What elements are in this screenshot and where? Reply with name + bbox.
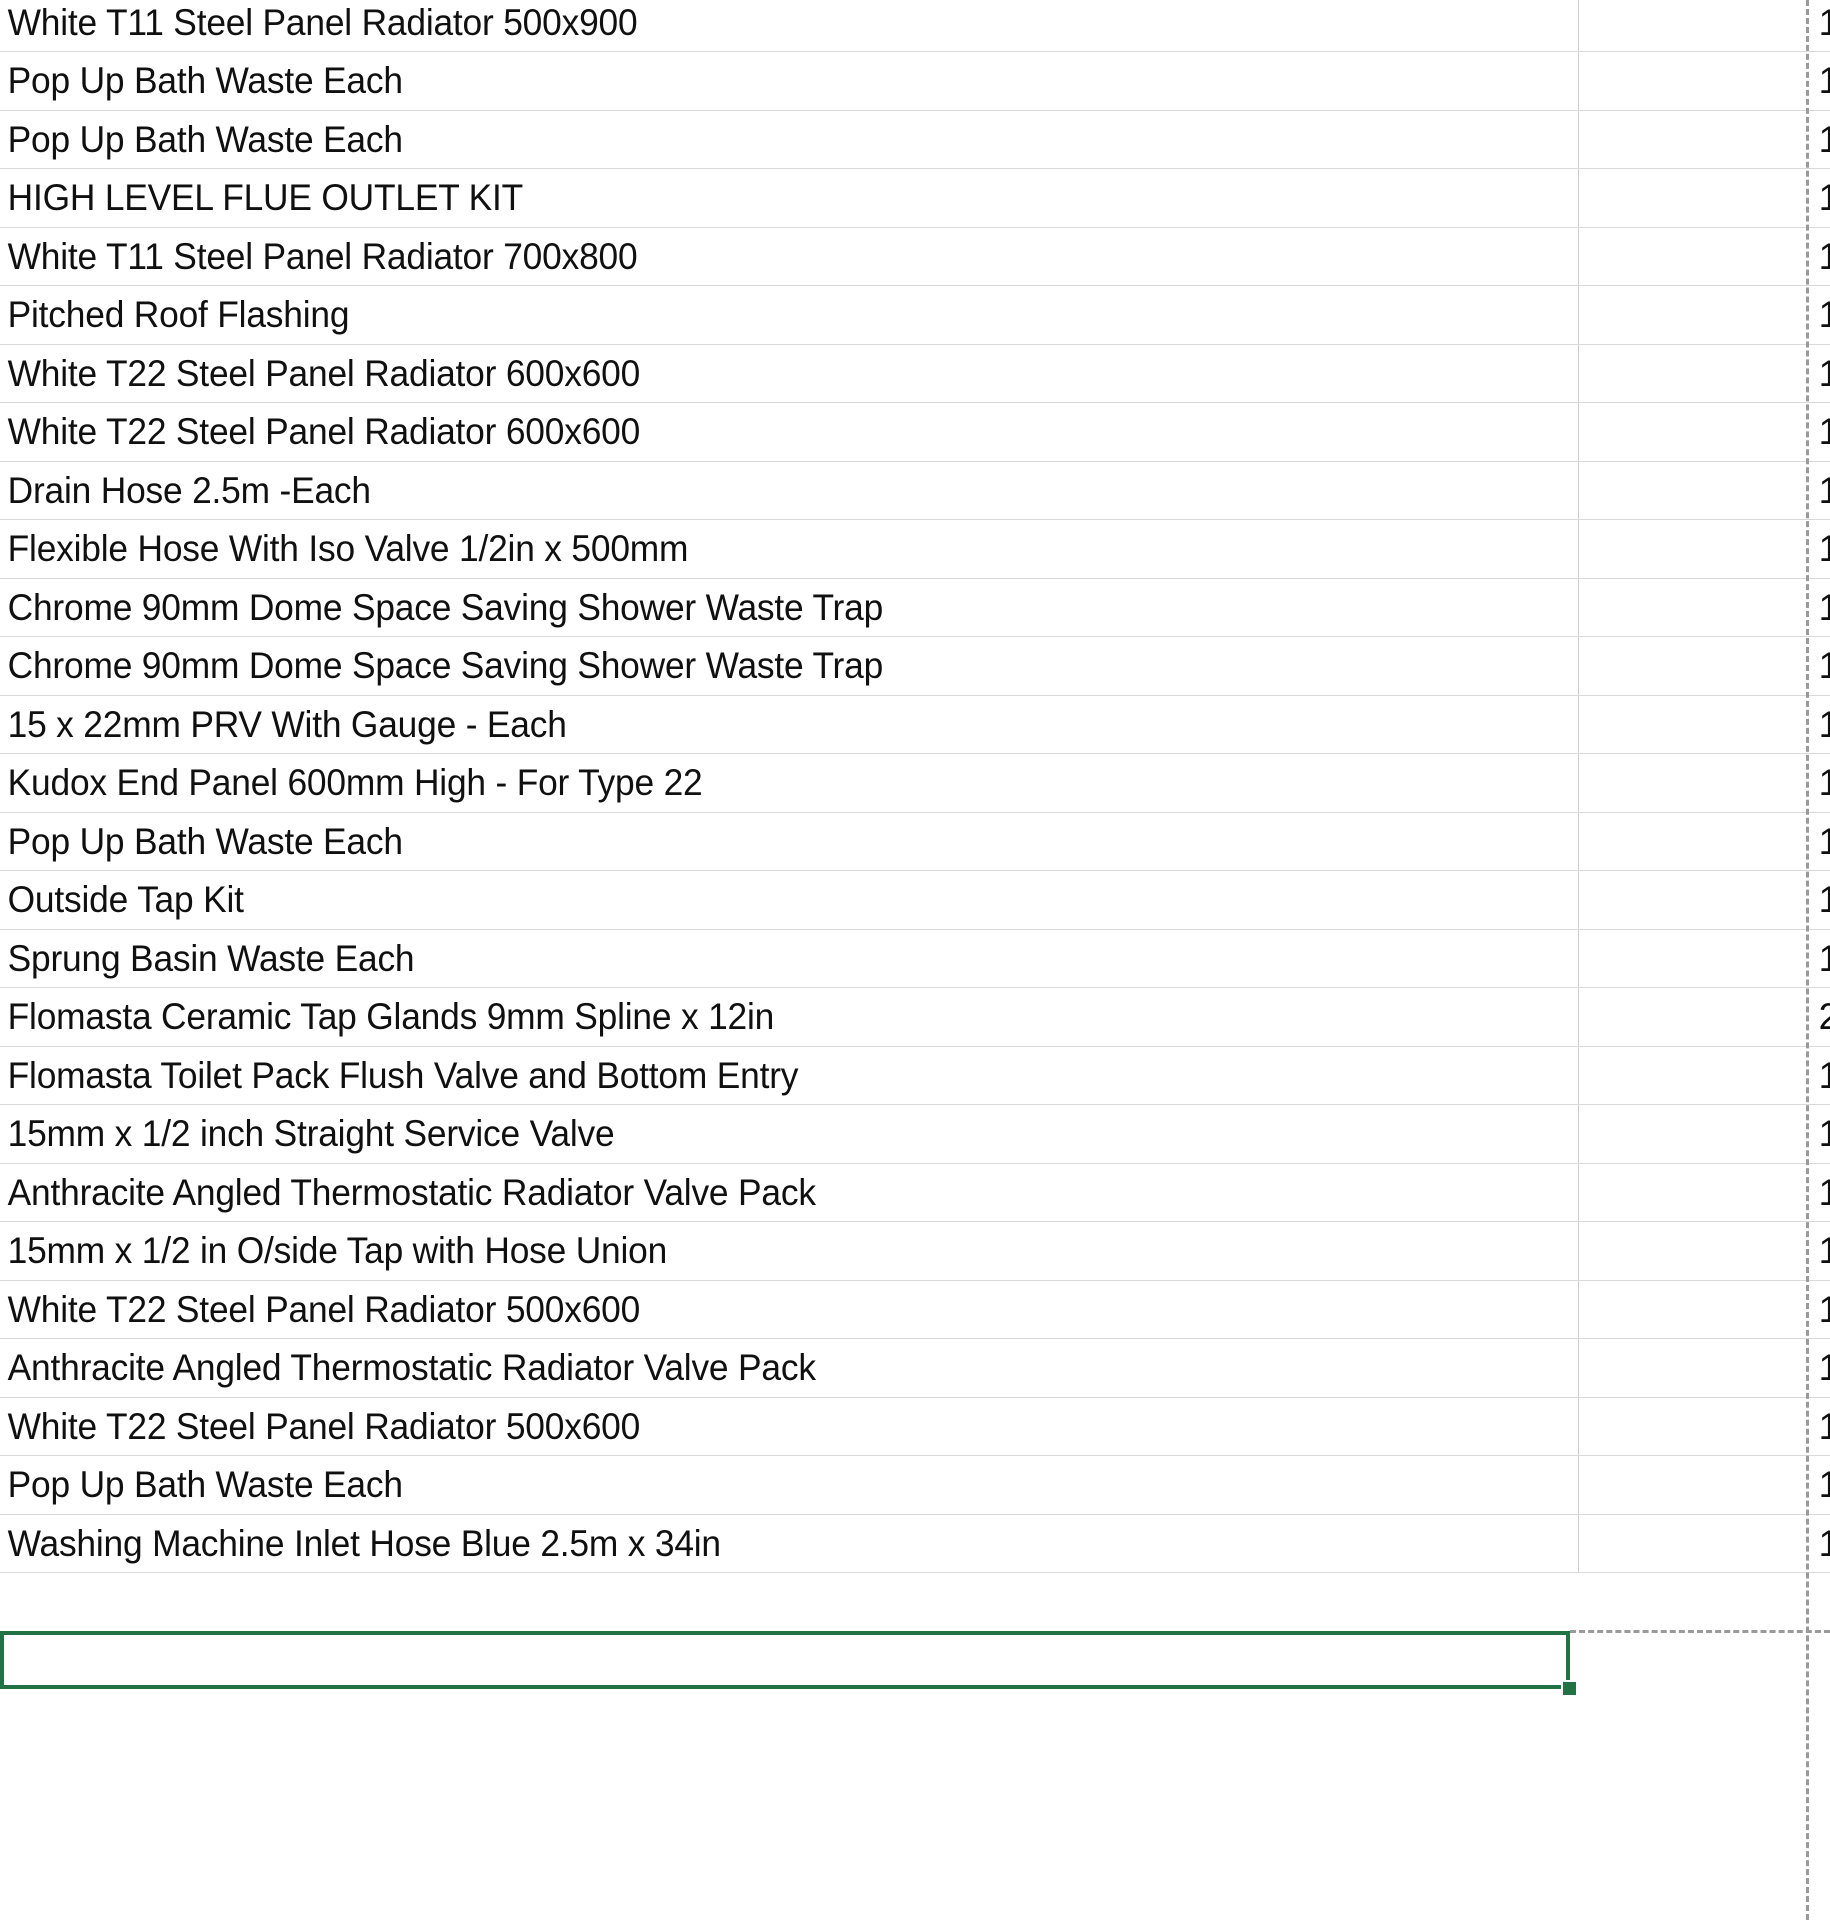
cell-quantity[interactable]: 1 bbox=[1578, 812, 1830, 871]
worksheet-rows: White T11 Steel Panel Radiator 500x9001P… bbox=[0, 0, 1830, 1573]
cell-quantity[interactable]: 1 bbox=[1578, 636, 1830, 696]
cell-description[interactable]: White T11 Steel Panel Radiator 700x800 bbox=[0, 227, 1508, 286]
table-row[interactable]: Outside Tap Kit 1 bbox=[0, 870, 1830, 930]
cell-description[interactable]: Anthracite Angled Thermostatic Radiator … bbox=[0, 1338, 1508, 1398]
cell-quantity[interactable]: 1 bbox=[1578, 1104, 1830, 1164]
table-row[interactable]: Flomasta Ceramic Tap Glands 9mm Spline x… bbox=[0, 987, 1830, 1047]
cell-description[interactable]: Flomasta Toilet Pack Flush Valve and Bot… bbox=[0, 1046, 1508, 1105]
table-row[interactable]: Kudox End Panel 600mm High - For Type 22… bbox=[0, 753, 1830, 813]
cell-quantity[interactable]: 1 bbox=[1578, 753, 1830, 813]
cell-description[interactable]: Chrome 90mm Dome Space Saving Shower Was… bbox=[0, 636, 1508, 696]
table-row[interactable]: Chrome 90mm Dome Space Saving Shower Was… bbox=[0, 578, 1830, 637]
cell-quantity[interactable]: 1 bbox=[1578, 51, 1830, 111]
table-row[interactable]: Sprung Basin Waste Each 1 bbox=[0, 929, 1830, 988]
table-row[interactable]: Anthracite Angled Thermostatic Radiator … bbox=[0, 1338, 1830, 1398]
cell-description[interactable]: Flomasta Ceramic Tap Glands 9mm Spline x… bbox=[0, 987, 1508, 1047]
cell-quantity[interactable]: 1 bbox=[1578, 519, 1830, 579]
cell-quantity[interactable]: 1 bbox=[1578, 0, 1830, 52]
table-row[interactable]: Pop Up Bath Waste Each 1 bbox=[0, 51, 1830, 111]
cell-description[interactable]: HIGH LEVEL FLUE OUTLET KIT bbox=[0, 168, 1508, 228]
cell-quantity[interactable]: 1 bbox=[1578, 1163, 1830, 1222]
table-row[interactable]: Chrome 90mm Dome Space Saving Shower Was… bbox=[0, 636, 1830, 696]
cell-description[interactable]: White T22 Steel Panel Radiator 500x600 bbox=[0, 1280, 1508, 1339]
cell-description[interactable]: Kudox End Panel 600mm High - For Type 22 bbox=[0, 753, 1508, 813]
fill-handle[interactable] bbox=[1561, 1680, 1578, 1697]
cell-description[interactable]: Chrome 90mm Dome Space Saving Shower Was… bbox=[0, 578, 1508, 637]
cell-quantity[interactable]: 1 bbox=[1578, 168, 1830, 228]
worksheet-table[interactable]: White T11 Steel Panel Radiator 500x9001P… bbox=[0, 0, 1830, 1573]
cell-quantity[interactable]: 1 bbox=[1578, 870, 1830, 930]
cell-quantity[interactable]: 1 bbox=[1578, 402, 1830, 462]
table-row[interactable]: Drain Hose 2.5m -Each 1 bbox=[0, 461, 1830, 520]
cell-description[interactable]: White T22 Steel Panel Radiator 600x600 bbox=[0, 402, 1508, 462]
cell-description[interactable]: 15 x 22mm PRV With Gauge - Each bbox=[0, 695, 1508, 754]
table-row[interactable]: Flexible Hose With Iso Valve 1/2in x 500… bbox=[0, 519, 1830, 579]
cell-quantity[interactable]: 1 bbox=[1578, 285, 1830, 345]
cell-description[interactable]: Anthracite Angled Thermostatic Radiator … bbox=[0, 1163, 1508, 1222]
cell-quantity[interactable]: 1 bbox=[1578, 1046, 1830, 1105]
table-row[interactable]: White T22 Steel Panel Radiator 600x600 1 bbox=[0, 402, 1830, 462]
table-row[interactable]: Pop Up Bath Waste Each 1 bbox=[0, 812, 1830, 871]
cell-quantity[interactable]: 1 bbox=[1578, 461, 1830, 520]
table-row[interactable]: Washing Machine Inlet Hose Blue 2.5m x 3… bbox=[0, 1514, 1830, 1573]
cell-quantity[interactable]: 1 bbox=[1578, 1514, 1830, 1573]
horizontal-page-break-line bbox=[1570, 1630, 1830, 1633]
table-row[interactable]: White T11 Steel Panel Radiator 700x800 1 bbox=[0, 227, 1830, 286]
table-row[interactable]: Pop Up Bath Waste Each 1 bbox=[0, 1455, 1830, 1515]
cell-description[interactable]: Flexible Hose With Iso Valve 1/2in x 500… bbox=[0, 519, 1508, 579]
cell-quantity[interactable]: 1 bbox=[1578, 344, 1830, 403]
active-cell-selection-border bbox=[0, 1631, 1570, 1689]
table-row[interactable]: HIGH LEVEL FLUE OUTLET KIT 1 bbox=[0, 168, 1830, 228]
table-row[interactable]: 15mm x 1/2 in O/side Tap with Hose Union… bbox=[0, 1221, 1830, 1281]
table-row[interactable]: White T22 Steel Panel Radiator 600x600 1 bbox=[0, 344, 1830, 403]
cell-quantity[interactable]: 1 bbox=[1578, 695, 1830, 754]
cell-quantity[interactable]: 1 bbox=[1578, 1280, 1830, 1339]
cell-description[interactable]: Pop Up Bath Waste Each bbox=[0, 51, 1508, 111]
cell-description[interactable]: White T22 Steel Panel Radiator 500x600 bbox=[0, 1397, 1508, 1456]
cell-description[interactable]: Outside Tap Kit bbox=[0, 870, 1508, 930]
cell-quantity[interactable]: 1 bbox=[1578, 1221, 1830, 1281]
cell-description[interactable]: White T11 Steel Panel Radiator 500x900 bbox=[0, 0, 1508, 52]
cell-quantity[interactable]: 1 bbox=[1578, 1455, 1830, 1515]
cell-description[interactable]: Washing Machine Inlet Hose Blue 2.5m x 3… bbox=[0, 1514, 1508, 1573]
cell-description[interactable]: Drain Hose 2.5m -Each bbox=[0, 461, 1508, 520]
table-row[interactable]: White T11 Steel Panel Radiator 500x900 1 bbox=[0, 0, 1830, 52]
table-row[interactable]: Pop Up Bath Waste Each 1 bbox=[0, 110, 1830, 169]
spreadsheet-grid-area[interactable]: White T11 Steel Panel Radiator 500x9001P… bbox=[0, 0, 1830, 1920]
cell-quantity[interactable]: 1 bbox=[1578, 1397, 1830, 1456]
cell-description[interactable]: Pop Up Bath Waste Each bbox=[0, 1455, 1508, 1515]
table-row[interactable]: Anthracite Angled Thermostatic Radiator … bbox=[0, 1163, 1830, 1222]
cell-description[interactable]: Pop Up Bath Waste Each bbox=[0, 812, 1508, 871]
table-row[interactable]: Flomasta Toilet Pack Flush Valve and Bot… bbox=[0, 1046, 1830, 1105]
cell-quantity[interactable]: 1 bbox=[1578, 227, 1830, 286]
cell-description[interactable]: Pitched Roof Flashing bbox=[0, 285, 1508, 345]
table-row[interactable]: 15 x 22mm PRV With Gauge - Each 1 bbox=[0, 695, 1830, 754]
table-row[interactable]: 15mm x 1/2 inch Straight Service Valve 1 bbox=[0, 1104, 1830, 1164]
cell-description[interactable]: Pop Up Bath Waste Each bbox=[0, 110, 1508, 169]
cell-quantity[interactable]: 1 bbox=[1578, 1338, 1830, 1398]
cell-description[interactable]: 15mm x 1/2 inch Straight Service Valve bbox=[0, 1104, 1508, 1164]
cell-description[interactable]: Sprung Basin Waste Each bbox=[0, 929, 1508, 988]
table-row[interactable]: Pitched Roof Flashing 1 bbox=[0, 285, 1830, 345]
cell-quantity[interactable]: 1 bbox=[1578, 110, 1830, 169]
cell-description[interactable]: 15mm x 1/2 in O/side Tap with Hose Union bbox=[0, 1221, 1508, 1281]
cell-description[interactable]: White T22 Steel Panel Radiator 600x600 bbox=[0, 344, 1508, 403]
cell-quantity[interactable]: 2 bbox=[1578, 987, 1830, 1047]
cell-quantity[interactable]: 1 bbox=[1578, 578, 1830, 637]
cell-quantity[interactable]: 1 bbox=[1578, 929, 1830, 988]
table-row[interactable]: White T22 Steel Panel Radiator 500x600 1 bbox=[0, 1280, 1830, 1339]
table-row[interactable]: White T22 Steel Panel Radiator 500x600 1 bbox=[0, 1397, 1830, 1456]
